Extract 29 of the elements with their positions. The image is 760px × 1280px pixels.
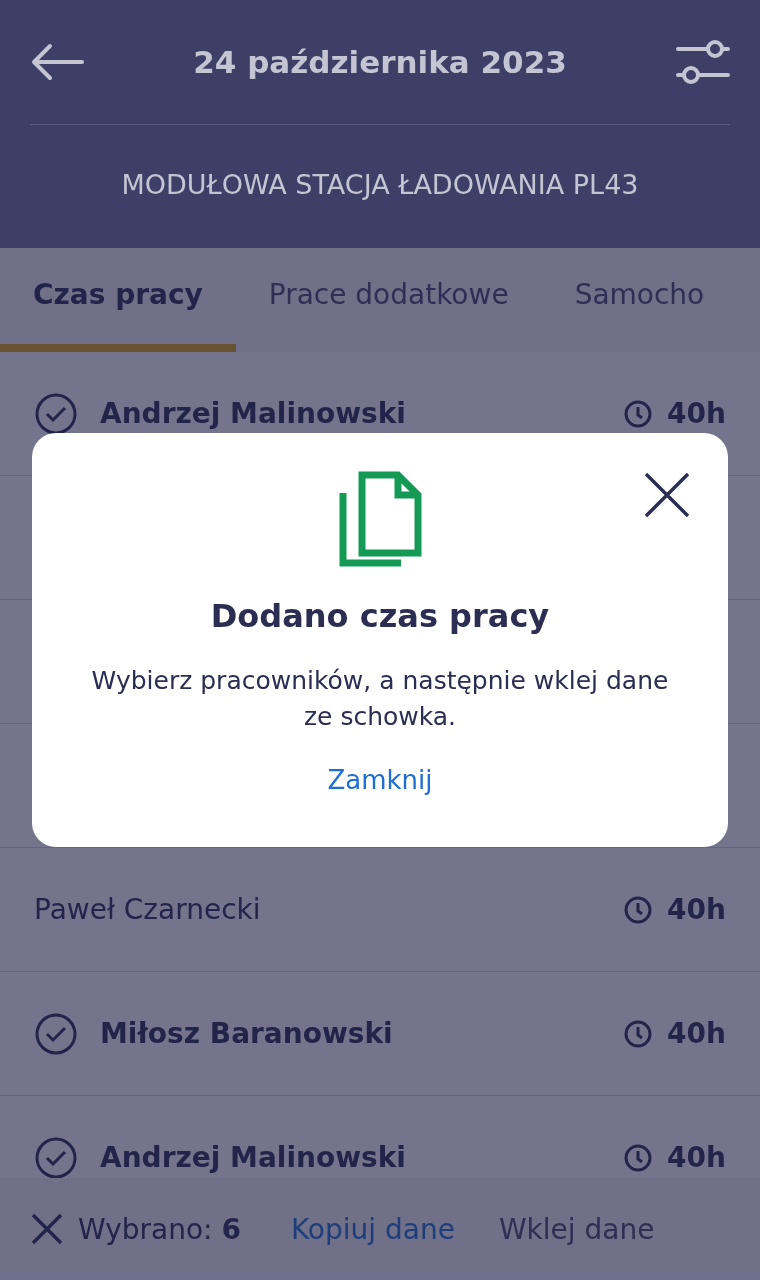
close-link[interactable]: Zamknij [327, 765, 433, 795]
selected-count: Wybrano: 6 [78, 1212, 241, 1246]
employee-name: Paweł Czarnecki [34, 893, 262, 926]
tab[interactable]: Samocho [541, 248, 738, 352]
dialog-message: Wybierz pracowników, a następnie wklej dane ze schowka. [90, 665, 670, 733]
employee-name: Andrzej Malinowski [100, 397, 407, 430]
hours-value: 40h [667, 397, 726, 430]
filter-icon[interactable] [676, 39, 730, 85]
clock-icon [623, 894, 654, 925]
tab[interactable]: Prace dodatkowe [235, 248, 542, 352]
clock-icon [623, 398, 654, 429]
clock-icon [623, 1018, 654, 1049]
date-title: 24 października 2023 [193, 44, 567, 80]
employee-name: Andrzej Malinowski [100, 1141, 407, 1174]
paste-data-link[interactable]: Wklej dane [498, 1212, 655, 1246]
copy-data-link[interactable]: Kopiuj dane [290, 1212, 455, 1246]
dialog-title: Dodano czas pracy [210, 597, 550, 635]
check-circle-icon[interactable] [34, 1135, 78, 1180]
copy-document-icon [338, 471, 422, 567]
check-circle-icon[interactable] [34, 1011, 78, 1056]
employee-name: Miłosz Baranowski [100, 1017, 394, 1050]
hours-value: 40h [667, 893, 726, 926]
clock-icon [623, 1142, 654, 1173]
close-icon[interactable] [643, 471, 691, 519]
hours-value: 40h [667, 1141, 726, 1174]
site-subtitle: MODUŁOWA STACJA ŁADOWANIA PL43 [120, 168, 640, 200]
back-arrow-icon[interactable] [30, 42, 84, 82]
check-circle-icon[interactable] [34, 391, 78, 436]
hours-value: 40h [667, 1017, 726, 1050]
